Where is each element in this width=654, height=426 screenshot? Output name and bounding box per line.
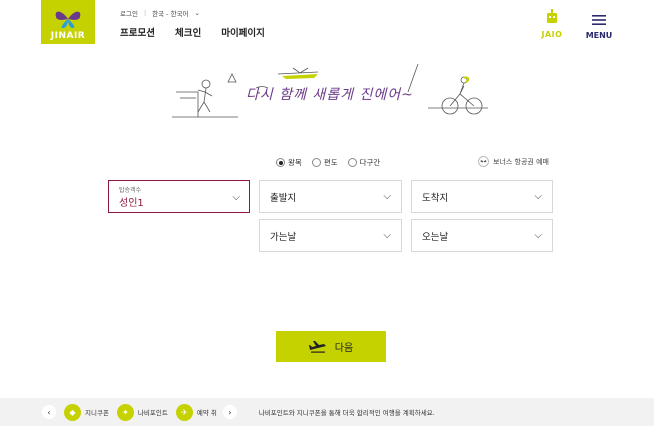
airplane-icon [308, 340, 326, 353]
passenger-select[interactable]: 탑승객수 성인1 ⌵ [108, 180, 250, 213]
coupon-icon: ◆ [64, 403, 81, 421]
bonus-ticket-label: 보너스 항공권 예매 [493, 157, 549, 166]
jaio-label: JAIO [541, 30, 563, 39]
jaio-button[interactable]: JAIO [537, 9, 567, 39]
butterfly-icon [55, 11, 81, 29]
booking-page: JINAIR 로그인 | 한국 - 한국어 ⌄ 프로모션 체크인 마이페이지 J… [0, 0, 654, 426]
arrival-label: 도착지 [422, 192, 449, 204]
depart-date-label: 가는날 [270, 231, 297, 243]
nav-item-promotion[interactable]: 프로모션 [120, 25, 155, 39]
bottom-benefit-bar: ‹ ◆ 지니쿠폰 ✦ 나비포인트 ✈ 예약 취 › 나비포인트와 지니쿠폰을 통… [0, 398, 654, 426]
chevron-left-icon[interactable]: ‹ [42, 405, 56, 419]
bottom-item-coupon[interactable]: ◆ 지니쿠폰 [64, 403, 109, 421]
chevron-right-icon[interactable]: › [222, 405, 237, 419]
nav-item-checkin[interactable]: 체크인 [175, 25, 201, 39]
chevron-down-icon: ⌵ [383, 191, 391, 202]
menu-button[interactable]: MENU [584, 11, 614, 40]
passenger-caption: 탑승객수 [119, 186, 142, 194]
return-date-select[interactable]: 오는날 ⌵ [411, 219, 553, 252]
return-date-label: 오는날 [422, 231, 449, 243]
bottom-item-point[interactable]: ✦ 나비포인트 [116, 403, 168, 421]
hamburger-icon [592, 15, 606, 25]
trip-roundtrip[interactable]: 왕복 [276, 157, 302, 168]
arrival-select[interactable]: 도착지 ⌵ [411, 180, 553, 213]
chevron-down-icon: ⌵ [232, 192, 240, 203]
trip-multicity-label: 다구간 [359, 158, 381, 167]
bottom-item-coupon-label: 지니쿠폰 [85, 409, 109, 417]
bonus-ticket-link[interactable]: 보너스 항공권 예매 [478, 156, 549, 167]
departure-label: 출발지 [270, 192, 297, 204]
butterfly-icon: ✦ [116, 403, 134, 421]
passenger-value: 성인1 [119, 197, 144, 209]
promo-banner: 다시 함께 새롭게 진에어~ [168, 62, 492, 124]
bottom-message: 나비포인트와 지니쿠폰을 통해 더욱 합리적인 여행을 계획하세요. [258, 409, 435, 417]
radio-oneway[interactable] [311, 158, 321, 167]
chevron-down-icon: ⌵ [534, 191, 542, 202]
departure-select[interactable]: 출발지 ⌵ [259, 180, 402, 213]
login-link[interactable]: 로그인 [120, 8, 138, 18]
language-select[interactable]: 한국 - 한국어 [152, 8, 188, 18]
trip-oneway-label: 편도 [323, 158, 338, 167]
butterfly-icon [478, 156, 489, 167]
utility-divider: | [143, 9, 147, 17]
logo-text: JINAIR [50, 31, 86, 41]
nav-item-mypage[interactable]: 마이페이지 [221, 25, 265, 39]
trip-oneway[interactable]: 편도 [311, 157, 338, 168]
next-button[interactable]: 다음 [276, 331, 386, 362]
bottom-item-point-label: 나비포인트 [137, 409, 168, 417]
trip-roundtrip-label: 왕복 [288, 158, 302, 167]
menu-label: MENU [585, 31, 613, 40]
bottom-item-cancel[interactable]: ✈ 예약 취 [175, 403, 217, 421]
chevron-down-icon: ⌵ [383, 230, 391, 241]
utility-nav: 로그인 | 한국 - 한국어 ⌄ [120, 8, 200, 18]
robot-icon [547, 9, 557, 23]
bottom-item-cancel-label: 예약 취 [196, 409, 217, 417]
airplane-icon: ✈ [175, 403, 193, 421]
main-nav: 프로모션 체크인 마이페이지 [120, 25, 265, 39]
radio-multicity[interactable] [347, 158, 357, 167]
radio-roundtrip[interactable] [276, 158, 285, 167]
chevron-down-icon: ⌵ [534, 230, 542, 241]
next-button-label: 다음 [334, 343, 354, 354]
banner-slogan: 다시 함께 새롭게 진에어~ [246, 87, 414, 103]
depart-date-select[interactable]: 가는날 ⌵ [259, 219, 402, 252]
trip-type-group: 왕복 편도 다구간 [276, 157, 380, 168]
jinair-logo[interactable]: JINAIR [41, 0, 95, 44]
chevron-down-icon: ⌄ [194, 9, 200, 17]
trip-multicity[interactable]: 다구간 [347, 157, 381, 168]
